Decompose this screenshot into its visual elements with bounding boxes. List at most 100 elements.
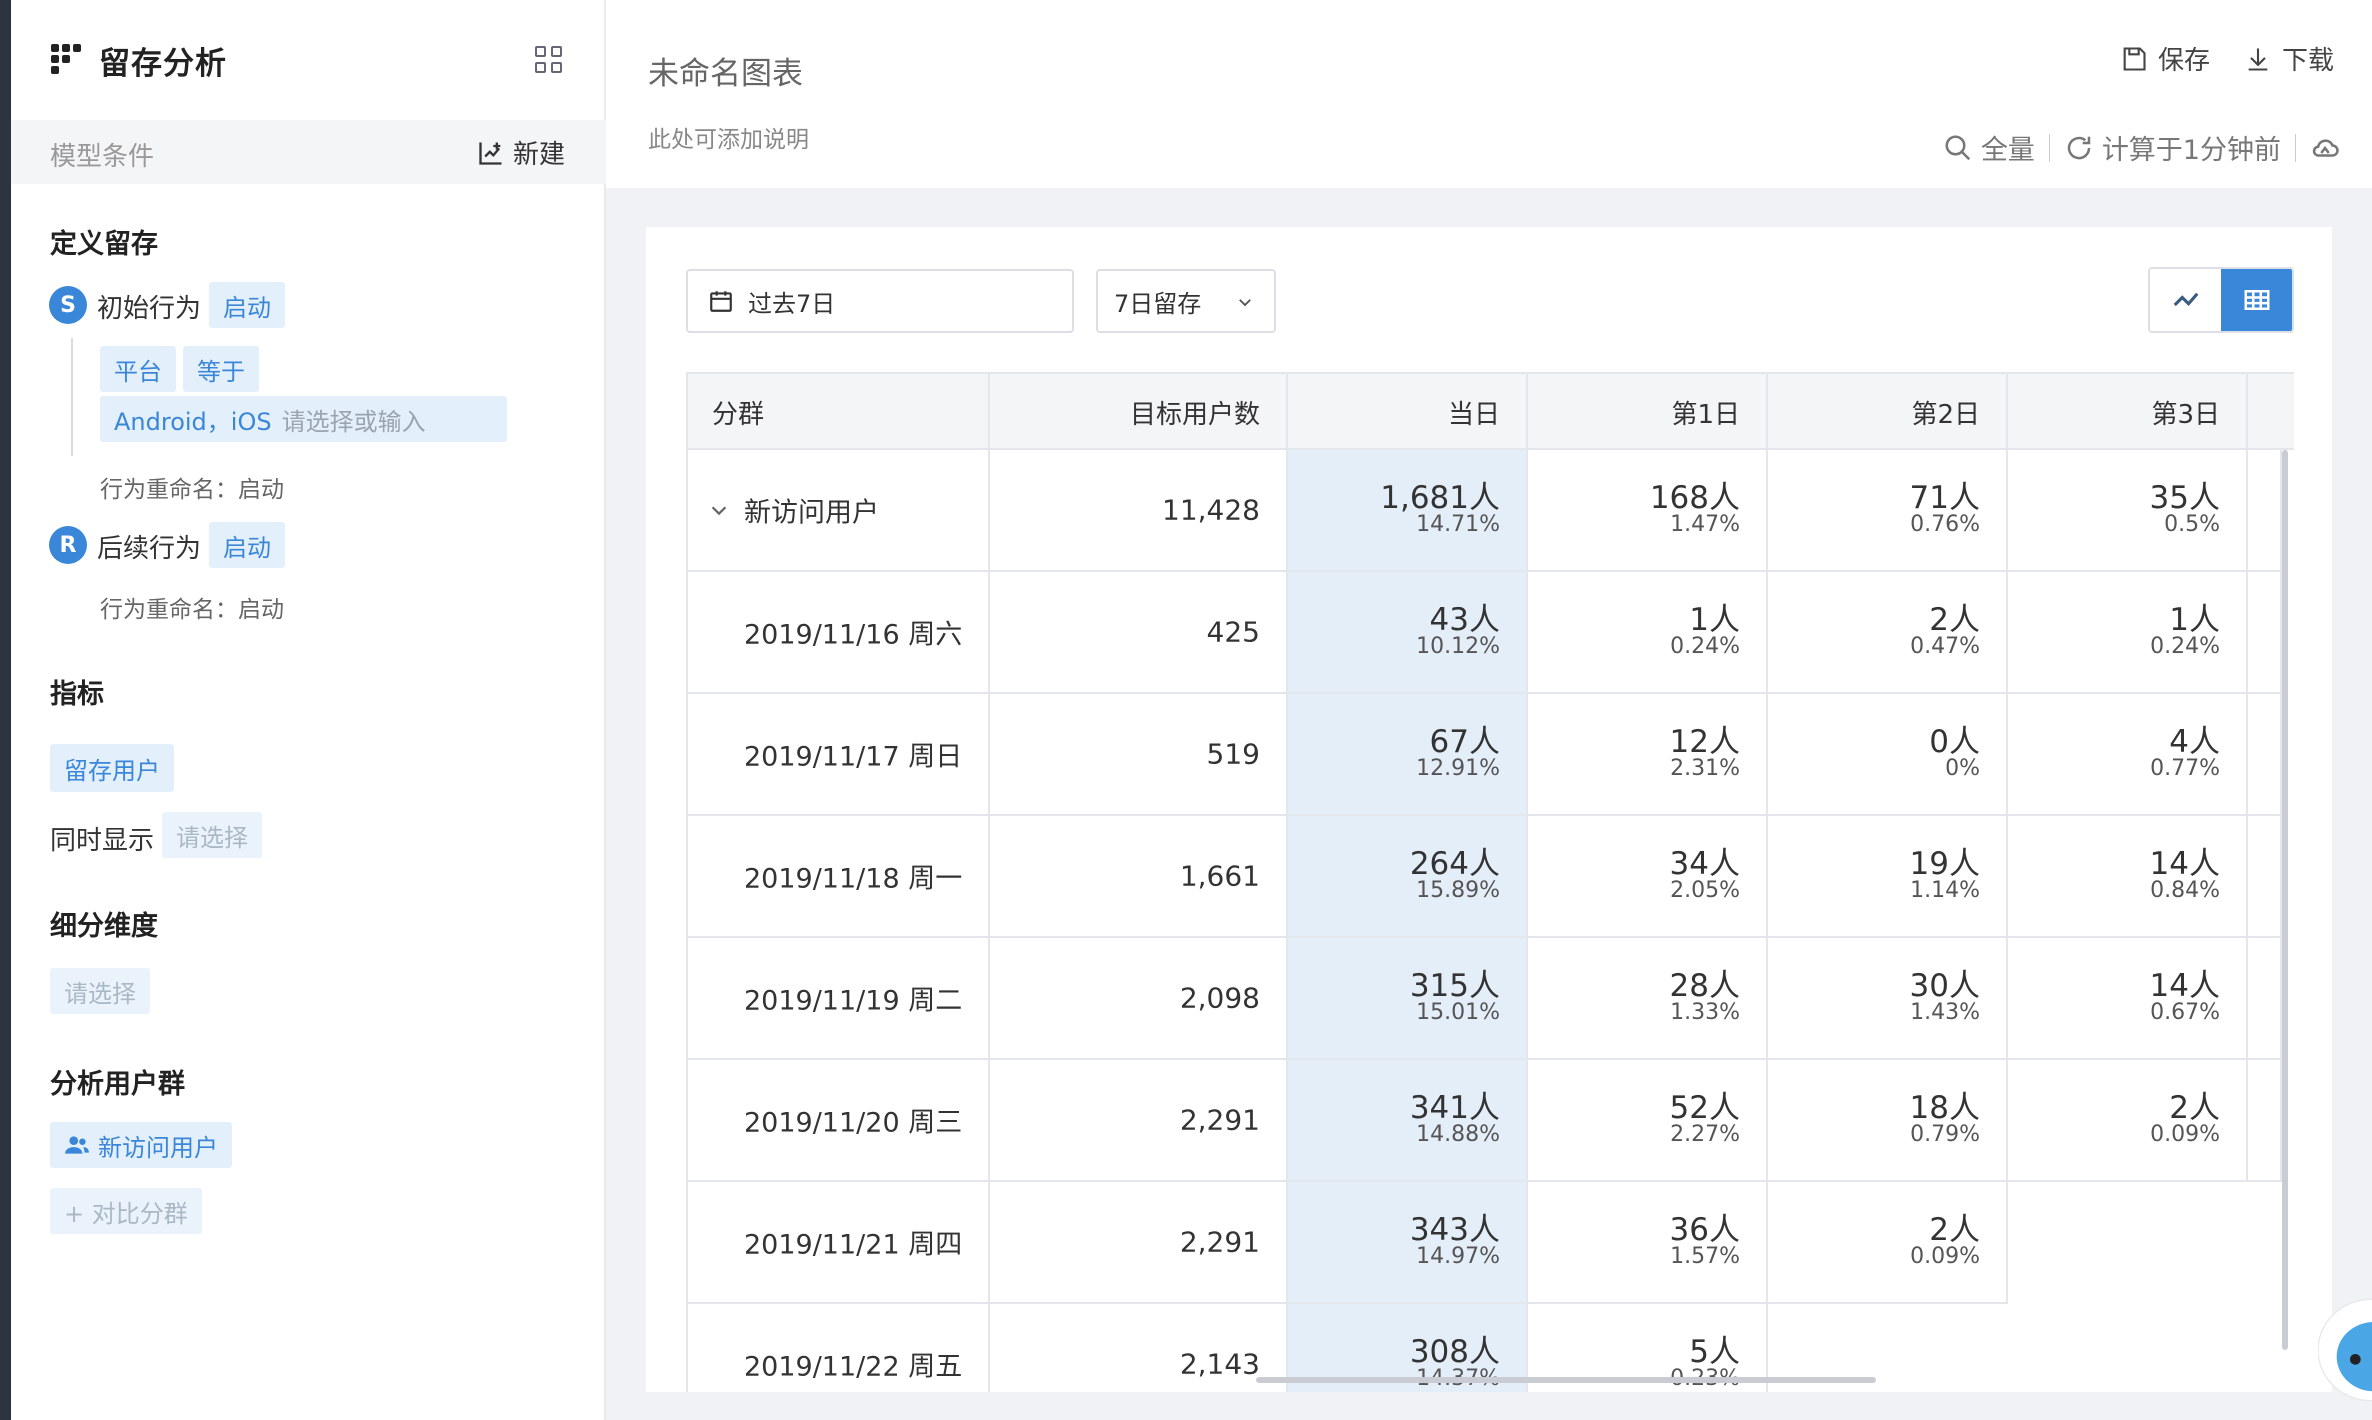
retention-cell[interactable]: 30人 1.43%: [1768, 938, 2008, 1060]
vertical-scrollbar[interactable]: [2282, 450, 2288, 1350]
retention-rate: 0.09%: [2150, 1122, 2220, 1147]
retention-cell[interactable]: 14人 0.84%: [2008, 816, 2248, 938]
retention-cell[interactable]: 343人 14.97%: [1288, 1182, 1528, 1304]
filter-value-input[interactable]: Android，iOS 请选择或输入: [100, 396, 507, 442]
target-users-value: 2,098: [1179, 981, 1260, 1015]
retention-count: 12人: [1669, 724, 1740, 760]
group-cell: 2019/11/20 周三: [688, 1060, 990, 1182]
retention-cell[interactable]: 264人 15.89%: [1288, 816, 1528, 938]
line-chart-icon: [2173, 292, 2198, 307]
view-toggle: [2148, 267, 2294, 333]
chart-description[interactable]: 此处可添加说明: [648, 120, 809, 154]
chart-title[interactable]: 未命名图表: [648, 48, 803, 93]
horizontal-scrollbar[interactable]: [1256, 1377, 1876, 1383]
retention-count: 36人: [1669, 1212, 1740, 1248]
compare-group-button[interactable]: + 对比分群: [50, 1188, 202, 1234]
metric-chip[interactable]: 留存用户: [50, 744, 174, 792]
retention-period-select[interactable]: 7日留存: [1096, 269, 1276, 333]
user-group-chip[interactable]: 新访问用户: [50, 1122, 232, 1168]
dimension-title: 细分维度: [50, 911, 158, 942]
target-users-value: 425: [1206, 615, 1260, 649]
trailing-cell: [2248, 572, 2282, 694]
group-cell: 2019/11/18 周一: [688, 816, 990, 938]
retention-cell[interactable]: 18人 0.79%: [1768, 1060, 2008, 1182]
page-title: 留存分析: [99, 46, 227, 82]
retention-cell[interactable]: 52人 2.27%: [1528, 1060, 1768, 1182]
retention-cell[interactable]: 315人 15.01%: [1288, 938, 1528, 1060]
retention-logo-icon: [51, 44, 81, 74]
retention-count: 2人: [2169, 1090, 2220, 1126]
assistant-mascot-icon[interactable]: [2317, 1290, 2372, 1410]
download-button[interactable]: 下载: [2244, 40, 2334, 77]
retention-cell[interactable]: 28人 1.33%: [1528, 938, 1768, 1060]
download-icon: [2248, 48, 2268, 71]
user-group-name: 新访问用户: [98, 1133, 218, 1162]
filter-operator-chip[interactable]: 等于: [183, 346, 259, 392]
chevron-down-icon[interactable]: [708, 499, 730, 521]
retention-cell[interactable]: 168人 1.47%: [1528, 450, 1768, 572]
retention-cell[interactable]: 1人 0.24%: [2008, 572, 2248, 694]
also-show-select[interactable]: 请选择: [162, 812, 262, 858]
model-conditions-bar: 模型条件 新建: [11, 120, 606, 184]
retention-cell[interactable]: 67人 12.91%: [1288, 694, 1528, 816]
group-name: 2019/11/18 周一: [744, 863, 963, 895]
followup-event-chip[interactable]: 启动: [209, 522, 285, 568]
user-group-title: 分析用户群: [50, 1069, 185, 1100]
retention-count: 315人: [1409, 968, 1500, 1004]
table-icon: [2244, 290, 2269, 310]
retention-cell[interactable]: 1,681人 14.71%: [1288, 450, 1528, 572]
trailing-cell: [2248, 816, 2282, 938]
retention-cell[interactable]: 36人 1.57%: [1528, 1182, 1768, 1304]
retention-count: 1人: [1689, 602, 1740, 638]
followup-behavior-badge: R: [49, 526, 87, 564]
retention-rate: 0.5%: [2164, 512, 2220, 537]
column-header[interactable]: 目标用户数: [990, 374, 1288, 450]
retention-cell[interactable]: 1人 0.24%: [1528, 572, 1768, 694]
group-cell[interactable]: 新访问用户: [688, 450, 990, 572]
followup-rename-text[interactable]: 行为重命名：启动: [100, 590, 284, 624]
column-header[interactable]: 第3日: [2008, 374, 2248, 450]
retention-cell[interactable]: 2人 0.09%: [1768, 1182, 2008, 1304]
app-edge-bar: [0, 0, 11, 1420]
followup-behavior-label: 后续行为: [97, 534, 202, 564]
retention-cell[interactable]: 71人 0.76%: [1768, 450, 2008, 572]
chart-card: 过去7日 7日留存 分群 目标用户数 当日 第1日 第2日 第3日 新访问用户 11,428…: [646, 227, 2332, 1392]
line-view-button[interactable]: [2150, 269, 2221, 331]
column-header[interactable]: 第2日: [1768, 374, 2008, 450]
column-header[interactable]: 分群: [688, 374, 990, 450]
retention-cell[interactable]: 34人 2.05%: [1528, 816, 1768, 938]
retention-cell[interactable]: 35人 0.5%: [2008, 450, 2248, 572]
group-name: 2019/11/22 周五: [744, 1351, 963, 1383]
retention-cell[interactable]: 2人 0.09%: [2008, 1060, 2248, 1182]
retention-count: 18人: [1909, 1090, 1980, 1126]
target-users-value: 2,291: [1179, 1225, 1260, 1259]
save-label: 保存: [2157, 46, 2210, 76]
save-button[interactable]: 保存: [2120, 40, 2210, 77]
retention-cell[interactable]: 43人 10.12%: [1288, 572, 1528, 694]
retention-cell[interactable]: 12人 2.31%: [1528, 694, 1768, 816]
initial-event-chip[interactable]: 启动: [209, 282, 285, 328]
retention-cell[interactable]: 14人 0.67%: [2008, 938, 2248, 1060]
layout-grid-icon[interactable]: [535, 46, 563, 74]
initial-rename-text[interactable]: 行为重命名：启动: [100, 470, 284, 504]
filter-property-chip[interactable]: 平台: [100, 346, 176, 392]
dimension-select[interactable]: 请选择: [50, 968, 150, 1014]
refresh-button[interactable]: 计算于1分钟前: [2064, 128, 2281, 167]
column-header[interactable]: 当日: [1288, 374, 1528, 450]
new-model-button[interactable]: 新建: [477, 134, 565, 171]
new-chart-icon: [479, 142, 502, 165]
retention-cell[interactable]: 2人 0.47%: [1768, 572, 2008, 694]
table-view-button[interactable]: [2221, 269, 2292, 331]
column-header[interactable]: 第1日: [1528, 374, 1768, 450]
trailing-cell: [2248, 938, 2282, 1060]
retention-cell[interactable]: 0人 0%: [1768, 694, 2008, 816]
cloud-button[interactable]: [2310, 133, 2340, 163]
retention-cell[interactable]: 341人 14.88%: [1288, 1060, 1528, 1182]
status-row: 全量 计算于1分钟前: [1943, 128, 2340, 167]
sampling-button[interactable]: 全量: [1943, 128, 2035, 167]
retention-cell[interactable]: 19人 1.14%: [1768, 816, 2008, 938]
date-range-picker[interactable]: 过去7日: [686, 269, 1074, 333]
retention-count: 341人: [1409, 1090, 1500, 1126]
retention-cell[interactable]: 4人 0.77%: [2008, 694, 2248, 816]
retention-rate: 0%: [1945, 756, 1980, 781]
